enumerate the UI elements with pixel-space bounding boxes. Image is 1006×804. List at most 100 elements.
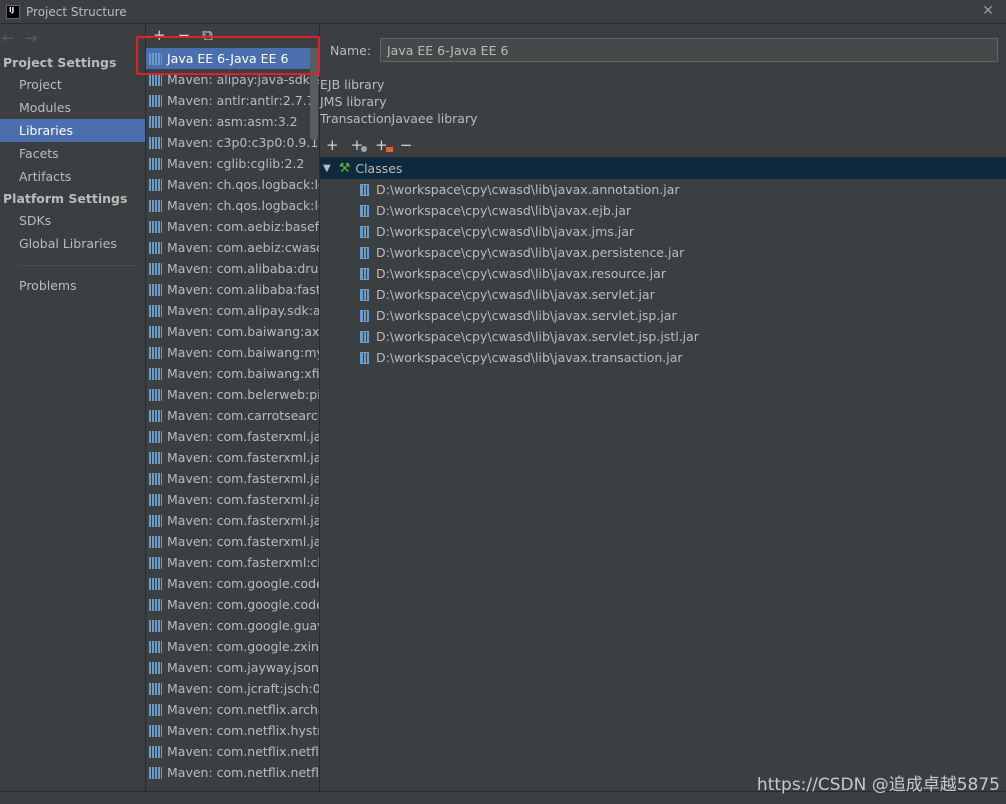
library-item[interactable]: Maven: antlr:antlr:2.7.7 (146, 90, 319, 111)
intellij-logo-icon: IJ (6, 4, 20, 19)
library-item[interactable]: Maven: com.fasterxml.jack (146, 510, 319, 531)
add-icon[interactable]: + (153, 26, 166, 44)
library-icon (149, 556, 162, 569)
name-field[interactable] (380, 38, 998, 62)
classes-toolbar: + + + − (326, 136, 412, 154)
library-item[interactable]: Maven: com.netflix.netflix-c (146, 762, 319, 783)
library-icon (149, 157, 162, 170)
title-bar: IJ Project Structure ✕ (0, 0, 1006, 24)
remove-root-icon[interactable]: − (400, 136, 413, 154)
library-item[interactable]: Maven: com.alibaba:druid (146, 258, 319, 279)
jar-item[interactable]: D:\workspace\cpy\cwasd\lib\javax.transac… (320, 347, 1006, 368)
library-item-label: Java EE 6-Java EE 6 (167, 51, 289, 66)
library-icon (149, 703, 162, 716)
library-item[interactable]: Maven: ch.qos.logback:log (146, 174, 319, 195)
add-url-icon[interactable]: + (351, 136, 367, 154)
nav-item-problems[interactable]: Problems (0, 274, 145, 297)
nav-item-project[interactable]: Project (0, 73, 145, 96)
library-item[interactable]: Maven: c3p0:c3p0:0.9.1.1 (146, 132, 319, 153)
library-item[interactable]: Maven: com.jcraft:jsch:0.1. (146, 678, 319, 699)
library-item[interactable]: Maven: com.alipay.sdk:alip (146, 300, 319, 321)
jar-item[interactable]: D:\workspace\cpy\cwasd\lib\javax.persist… (320, 242, 1006, 263)
library-item[interactable]: Maven: com.baiwang:axis: (146, 321, 319, 342)
library-item[interactable]: Maven: com.fasterxml.jack (146, 468, 319, 489)
library-item-label: Maven: com.netflix.netflix-c (167, 744, 319, 759)
expand-triangle-icon[interactable]: ▼ (323, 158, 331, 179)
library-item-label: Maven: antlr:antlr:2.7.7 (167, 93, 315, 108)
nav-item-global-libraries[interactable]: Global Libraries (0, 232, 145, 255)
library-item[interactable]: Maven: com.google.code. (146, 594, 319, 615)
jar-item[interactable]: D:\workspace\cpy\cwasd\lib\javax.jms.jar (320, 221, 1006, 242)
project-settings-heading: Project Settings (3, 55, 117, 70)
library-item[interactable]: Maven: alipay:java-sdk:20 (146, 69, 319, 90)
jar-item[interactable]: D:\workspace\cpy\cwasd\lib\javax.servlet… (320, 326, 1006, 347)
library-item-label: Maven: com.fasterxml.jack (167, 471, 319, 486)
library-item[interactable]: Maven: com.baiwang:xfire (146, 363, 319, 384)
forward-arrow-icon[interactable]: → (25, 29, 38, 47)
library-item[interactable]: Maven: com.google.zxing: (146, 636, 319, 657)
library-item[interactable]: Maven: com.baiwang:myer (146, 342, 319, 363)
add-root-icon[interactable]: + (326, 136, 339, 154)
nav-item-libraries[interactable]: Libraries (0, 119, 145, 142)
library-item-label: Maven: com.fasterxml.jack (167, 429, 319, 444)
library-item[interactable]: Maven: com.netflix.archaiu (146, 699, 319, 720)
library-icon (149, 472, 162, 485)
library-details-panel: Name: EJB library JMS library Transactio… (320, 24, 1006, 804)
jar-icon (360, 330, 369, 343)
library-item[interactable]: Maven: com.aebiz:cwasd-c (146, 237, 319, 258)
library-item[interactable]: Maven: com.fasterxml.jack (146, 489, 319, 510)
nav-item-artifacts[interactable]: Artifacts (0, 165, 145, 188)
jar-item[interactable]: D:\workspace\cpy\cwasd\lib\javax.resourc… (320, 263, 1006, 284)
library-item[interactable]: Maven: com.jayway.jsonpa (146, 657, 319, 678)
library-item-label: Maven: com.jayway.jsonpa (167, 660, 319, 675)
library-item[interactable]: Maven: com.netflix.hystrix: (146, 720, 319, 741)
nav-item-sdks[interactable]: SDKs (0, 209, 145, 232)
library-item[interactable]: Maven: com.fasterxml:clas (146, 552, 319, 573)
add-library-icon[interactable]: + (375, 136, 393, 154)
library-icon (149, 220, 162, 233)
library-toolbar: + − ⧉ (146, 24, 319, 46)
library-icon (149, 745, 162, 758)
jar-item[interactable]: D:\workspace\cpy\cwasd\lib\javax.servlet… (320, 305, 1006, 326)
library-item[interactable]: Maven: com.fasterxml.jack (146, 531, 319, 552)
library-icon (149, 724, 162, 737)
library-item[interactable]: Maven: ch.qos.logback:log (146, 195, 319, 216)
close-icon[interactable]: ✕ (982, 3, 994, 19)
nav-item-modules[interactable]: Modules (0, 96, 145, 119)
jar-path: D:\workspace\cpy\cwasd\lib\javax.ejb.jar (376, 203, 632, 218)
back-arrow-icon[interactable]: ← (2, 29, 15, 47)
library-item[interactable]: Maven: com.fasterxml.jack (146, 426, 319, 447)
library-item[interactable]: Maven: com.netflix.netflix-c (146, 741, 319, 762)
library-icon (149, 94, 162, 107)
library-item[interactable]: Maven: com.alibaba:fastjs (146, 279, 319, 300)
library-icon (149, 493, 162, 506)
library-icon (149, 52, 162, 65)
library-item[interactable]: Maven: com.carrotsearch:l (146, 405, 319, 426)
settings-nav: ← → Project Settings Project Modules Lib… (0, 24, 146, 803)
library-item[interactable]: Maven: asm:asm:3.2 (146, 111, 319, 132)
jar-item[interactable]: D:\workspace\cpy\cwasd\lib\javax.annotat… (320, 179, 1006, 200)
library-item[interactable]: Maven: com.fasterxml.jack (146, 447, 319, 468)
library-item[interactable]: Java EE 6-Java EE 6 (146, 48, 319, 69)
jar-path: D:\workspace\cpy\cwasd\lib\javax.resourc… (376, 266, 666, 281)
classes-node[interactable]: ▼ ⚒ Classes (320, 158, 1006, 179)
jar-item[interactable]: D:\workspace\cpy\cwasd\lib\javax.servlet… (320, 284, 1006, 305)
library-item[interactable]: Maven: com.google.guava (146, 615, 319, 636)
library-item[interactable]: Maven: com.aebiz:basefra (146, 216, 319, 237)
library-item[interactable]: Maven: cglib:cglib:2.2 (146, 153, 319, 174)
library-item-label: Maven: com.baiwang:axis: (167, 324, 319, 339)
library-icon (149, 73, 162, 86)
nav-divider (19, 265, 137, 266)
library-icon (149, 283, 162, 296)
nav-item-facets[interactable]: Facets (0, 142, 145, 165)
library-item-label: Maven: com.fasterxml.jack (167, 492, 319, 507)
jar-item[interactable]: D:\workspace\cpy\cwasd\lib\javax.ejb.jar (320, 200, 1006, 221)
library-list-scrollbar[interactable] (310, 48, 318, 140)
remove-icon[interactable]: − (178, 26, 191, 44)
library-item[interactable]: Maven: com.belerweb:piny (146, 384, 319, 405)
jar-icon (360, 183, 369, 196)
library-icon (149, 535, 162, 548)
jar-icon (360, 288, 369, 301)
library-item[interactable]: Maven: com.google.code. (146, 573, 319, 594)
copy-icon[interactable]: ⧉ (202, 26, 213, 44)
